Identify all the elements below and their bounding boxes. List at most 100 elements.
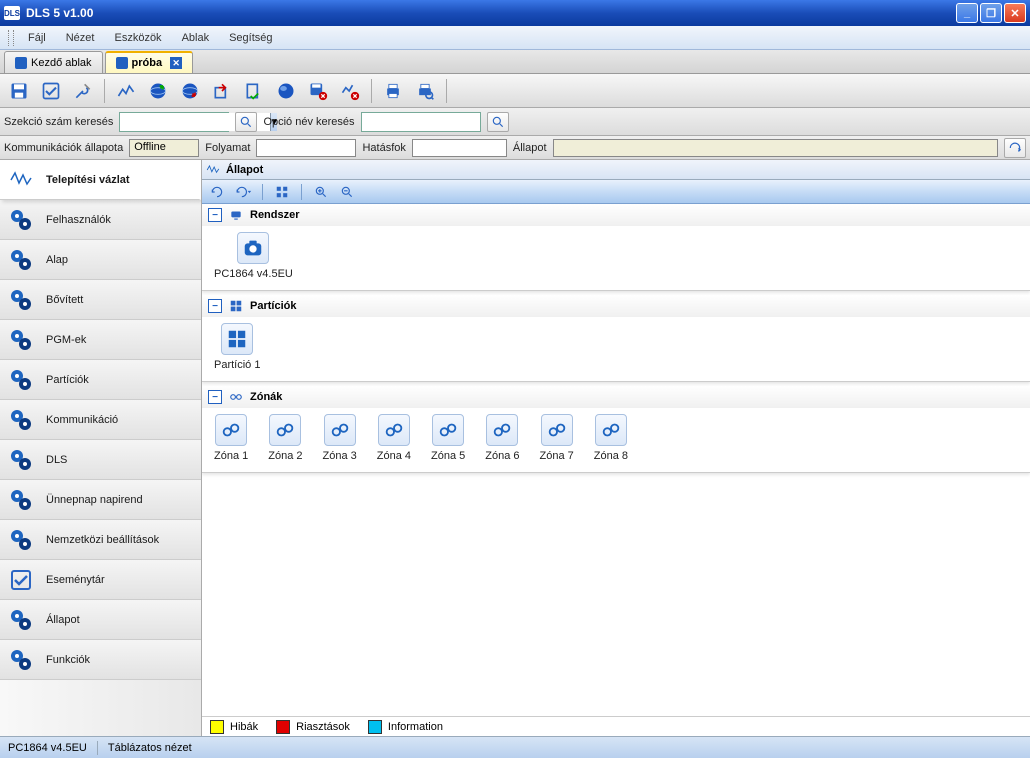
menu-help[interactable]: Segítség <box>219 28 282 48</box>
camera-icon <box>237 232 269 264</box>
content-title: Állapot <box>226 164 263 176</box>
toolbar-verify-button[interactable] <box>239 77 269 105</box>
sidebar-item-dls[interactable]: DLS <box>0 440 201 480</box>
sidebar-item-functions[interactable]: Funkciók <box>0 640 201 680</box>
link-icon <box>324 414 356 446</box>
collapse-icon[interactable]: − <box>208 299 222 313</box>
toolbar-check-button[interactable] <box>36 77 66 105</box>
sidebar-item-holiday[interactable]: Ünnepnap napirend <box>0 480 201 520</box>
toolbar-sphere-button[interactable] <box>271 77 301 105</box>
collapse-icon[interactable]: − <box>208 390 222 404</box>
zone-item-label: Zóna 2 <box>268 450 302 462</box>
tab-start-window[interactable]: Kezdő ablak <box>4 51 103 73</box>
partition-item[interactable]: Partíció 1 <box>214 323 260 371</box>
option-search-input[interactable] <box>361 112 481 132</box>
tab-close-icon[interactable]: ✕ <box>170 57 182 69</box>
info-label: Information <box>388 721 443 733</box>
sidebar-item-pgm[interactable]: PGM-ek <box>0 320 201 360</box>
sidebar: Telepítési vázlat Felhasználók Alap Bőví… <box>0 160 202 736</box>
zone-item[interactable]: Zóna 2 <box>268 414 302 462</box>
sidebar-item-partitions[interactable]: Partíciók <box>0 360 201 400</box>
window-title: DLS 5 v1.00 <box>26 6 956 20</box>
searchbar: Szekció szám keresés ▾ Opció név keresés <box>0 108 1030 136</box>
content-refresh-button[interactable] <box>206 182 228 202</box>
menu-view[interactable]: Nézet <box>56 28 105 48</box>
toolbar-globe-down-button[interactable] <box>175 77 205 105</box>
gear-icon <box>8 647 34 673</box>
toolbar-save-button[interactable] <box>4 77 34 105</box>
maximize-button[interactable]: ❐ <box>980 3 1002 23</box>
menu-file[interactable]: Fájl <box>18 28 56 48</box>
gear-icon <box>8 327 34 353</box>
content-grid-button[interactable] <box>271 182 293 202</box>
menu-window[interactable]: Ablak <box>172 28 220 48</box>
toolbar-chart-button[interactable] <box>111 77 141 105</box>
option-search-label: Opció név keresés <box>263 116 354 128</box>
sidebar-item-label: Telepítési vázlat <box>46 174 130 186</box>
sidebar-item-communication[interactable]: Kommunikáció <box>0 400 201 440</box>
section-body: Zóna 1 Zóna 2 Zóna 3 Zóna 4 <box>202 408 1030 472</box>
sidebar-item-basic[interactable]: Alap <box>0 240 201 280</box>
toolbar-globe-up-button[interactable] <box>143 77 173 105</box>
section-body: Partíció 1 <box>202 317 1030 381</box>
statusbar: PC1864 v4.5EU Táblázatos nézet <box>0 736 1030 758</box>
content-zoom-out-button[interactable] <box>336 182 358 202</box>
comm-scope-label: Hatásfok <box>362 142 405 154</box>
sidebar-item-advanced[interactable]: Bővített <box>0 280 201 320</box>
section-body: PC1864 v4.5EU <box>202 226 1030 290</box>
sidebar-item-label: Állapot <box>46 614 80 626</box>
toolbar-separator <box>446 79 447 103</box>
gear-icon <box>8 487 34 513</box>
toolbar-export-button[interactable] <box>207 77 237 105</box>
section-search-combo[interactable]: ▾ <box>119 112 229 132</box>
toolbar-tools-button[interactable] <box>68 77 98 105</box>
tab-icon <box>116 57 128 69</box>
zone-item[interactable]: Zóna 7 <box>540 414 574 462</box>
zone-item[interactable]: Zóna 6 <box>485 414 519 462</box>
section-search-button[interactable] <box>235 112 257 132</box>
zone-item[interactable]: Zóna 8 <box>594 414 628 462</box>
gear-icon <box>8 207 34 233</box>
tab-label: próba <box>132 57 163 69</box>
sidebar-item-sketch[interactable]: Telepítési vázlat <box>0 160 201 200</box>
sidebar-item-users[interactable]: Felhasználók <box>0 200 201 240</box>
toolbar-preview-button[interactable] <box>410 77 440 105</box>
zone-item[interactable]: Zóna 4 <box>377 414 411 462</box>
zone-item-label: Zóna 7 <box>540 450 574 462</box>
zone-item[interactable]: Zóna 3 <box>323 414 357 462</box>
zone-item[interactable]: Zóna 1 <box>214 414 248 462</box>
sidebar-item-status[interactable]: Állapot <box>0 600 201 640</box>
tab-proba[interactable]: próba ✕ <box>105 51 194 73</box>
footer-separator <box>97 741 98 755</box>
sections-container: − Rendszer PC1864 v4.5EU − Partíciók <box>202 204 1030 716</box>
content-refresh-dd-button[interactable] <box>232 182 254 202</box>
comm-refresh-button[interactable] <box>1004 138 1026 158</box>
sidebar-item-label: DLS <box>46 454 67 466</box>
toolbar <box>0 74 1030 108</box>
partition-item-label: Partíció 1 <box>214 359 260 371</box>
system-item[interactable]: PC1864 v4.5EU <box>214 232 293 280</box>
content-zoom-in-button[interactable] <box>310 182 332 202</box>
option-search-button[interactable] <box>487 112 509 132</box>
gear-icon <box>8 407 34 433</box>
zone-item[interactable]: Zóna 5 <box>431 414 465 462</box>
link-icon <box>432 414 464 446</box>
sidebar-item-international[interactable]: Nemzetközi beállítások <box>0 520 201 560</box>
menu-tools[interactable]: Eszközök <box>104 28 171 48</box>
collapse-icon[interactable]: − <box>208 208 222 222</box>
main-area: Telepítési vázlat Felhasználók Alap Bőví… <box>0 160 1030 736</box>
sidebar-item-label: Eseménytár <box>46 574 105 586</box>
sidebar-item-label: Ünnepnap napirend <box>46 494 143 506</box>
zones-icon <box>228 390 244 404</box>
comm-status-label: Kommunikációk állapota <box>4 142 123 154</box>
info-swatch <box>368 720 382 734</box>
minimize-button[interactable]: _ <box>956 3 978 23</box>
footer-view[interactable]: Táblázatos nézet <box>108 742 192 754</box>
errors-swatch <box>210 720 224 734</box>
toolbar-save-x-button[interactable] <box>303 77 333 105</box>
sidebar-item-label: Alap <box>46 254 68 266</box>
toolbar-print-button[interactable] <box>378 77 408 105</box>
sidebar-item-eventlog[interactable]: Eseménytár <box>0 560 201 600</box>
close-button[interactable]: ✕ <box>1004 3 1026 23</box>
toolbar-chart-x-button[interactable] <box>335 77 365 105</box>
